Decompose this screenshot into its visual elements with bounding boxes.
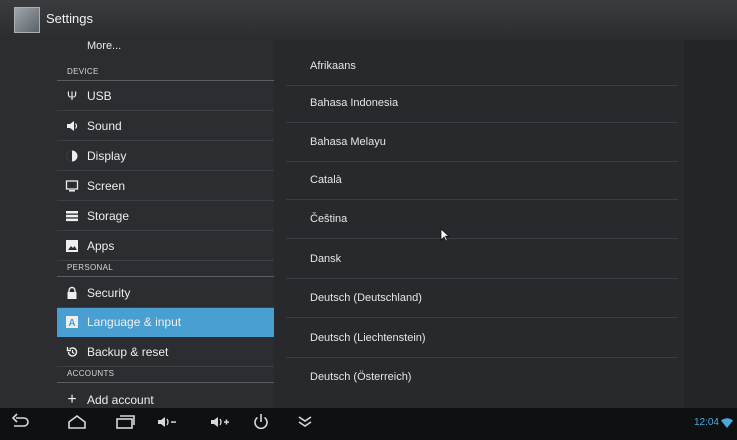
power-icon [254,414,268,430]
list-item[interactable]: Deutsch (Österreich) [286,358,678,397]
back-icon [11,413,29,427]
recent-apps-icon [116,415,135,429]
sidebar-item-add-account[interactable]: + Add account [57,386,274,408]
sidebar-item-sound[interactable]: Sound [57,112,274,141]
settings-sidebar: More... DEVICE Ψ USB Sound Display Scree… [0,40,274,408]
list-item[interactable]: Afrikaans [286,47,678,86]
mouse-cursor-icon [440,228,450,242]
language-list-pane: Afrikaans Bahasa Indonesia Bahasa Melayu… [274,40,737,408]
home-button[interactable] [62,412,92,436]
storage-icon [65,209,79,223]
plus-icon: + [67,391,77,408]
language-list: Afrikaans Bahasa Indonesia Bahasa Melayu… [274,40,684,408]
list-item[interactable]: Čeština [286,200,678,239]
list-item[interactable]: Deutsch (Liechtenstein) [286,319,678,358]
recent-apps-button[interactable] [110,412,140,436]
home-icon [68,415,86,429]
sidebar-item-usb[interactable]: Ψ USB [57,82,274,111]
backup-icon [65,345,79,359]
list-item[interactable]: Deutsch (Deutschland) [286,279,678,318]
sidebar-item-apps[interactable]: Apps [57,232,274,261]
system-navigation-bar: 12:04 [0,408,737,440]
expand-button[interactable] [290,412,320,436]
apps-icon [65,239,79,253]
usb-icon: Ψ [66,89,78,103]
volume-up-button[interactable] [205,412,235,436]
app-title: Settings [46,11,93,26]
sidebar-item-security[interactable]: Security [57,279,274,308]
sidebar-item-more[interactable]: More... [87,40,121,52]
sidebar-item-storage[interactable]: Storage [57,202,274,231]
brightness-icon [65,149,79,163]
sidebar-item-language[interactable]: A Language & input [57,308,274,337]
list-item[interactable]: Bahasa Melayu [286,123,678,162]
volume-up-icon [211,417,229,427]
volume-down-button[interactable] [152,412,182,436]
svg-text:A: A [68,318,75,329]
power-button[interactable] [246,412,276,436]
section-header-device: DEVICE [57,66,274,81]
status-clock: 12:04 [693,417,719,428]
sidebar-item-display[interactable]: Display [57,142,274,171]
list-item[interactable]: Bahasa Indonesia [286,84,678,123]
action-bar: Settings [0,0,737,41]
sidebar-item-backup[interactable]: Backup & reset [57,338,274,367]
back-button[interactable] [4,412,34,436]
list-item[interactable]: Català [286,161,678,200]
double-chevron-down-icon [298,416,312,427]
wifi-icon [721,418,733,428]
sidebar-item-screen[interactable]: Screen [57,172,274,201]
lock-icon [65,286,79,300]
speaker-icon [65,119,79,133]
section-header-personal: PERSONAL [57,262,274,277]
volume-down-icon [158,417,176,427]
list-item[interactable]: Dansk [286,240,678,279]
keyboard-a-icon: A [65,315,79,329]
settings-app-icon[interactable] [14,7,40,33]
screen-icon [65,179,79,193]
section-header-accounts: ACCOUNTS [57,368,274,383]
